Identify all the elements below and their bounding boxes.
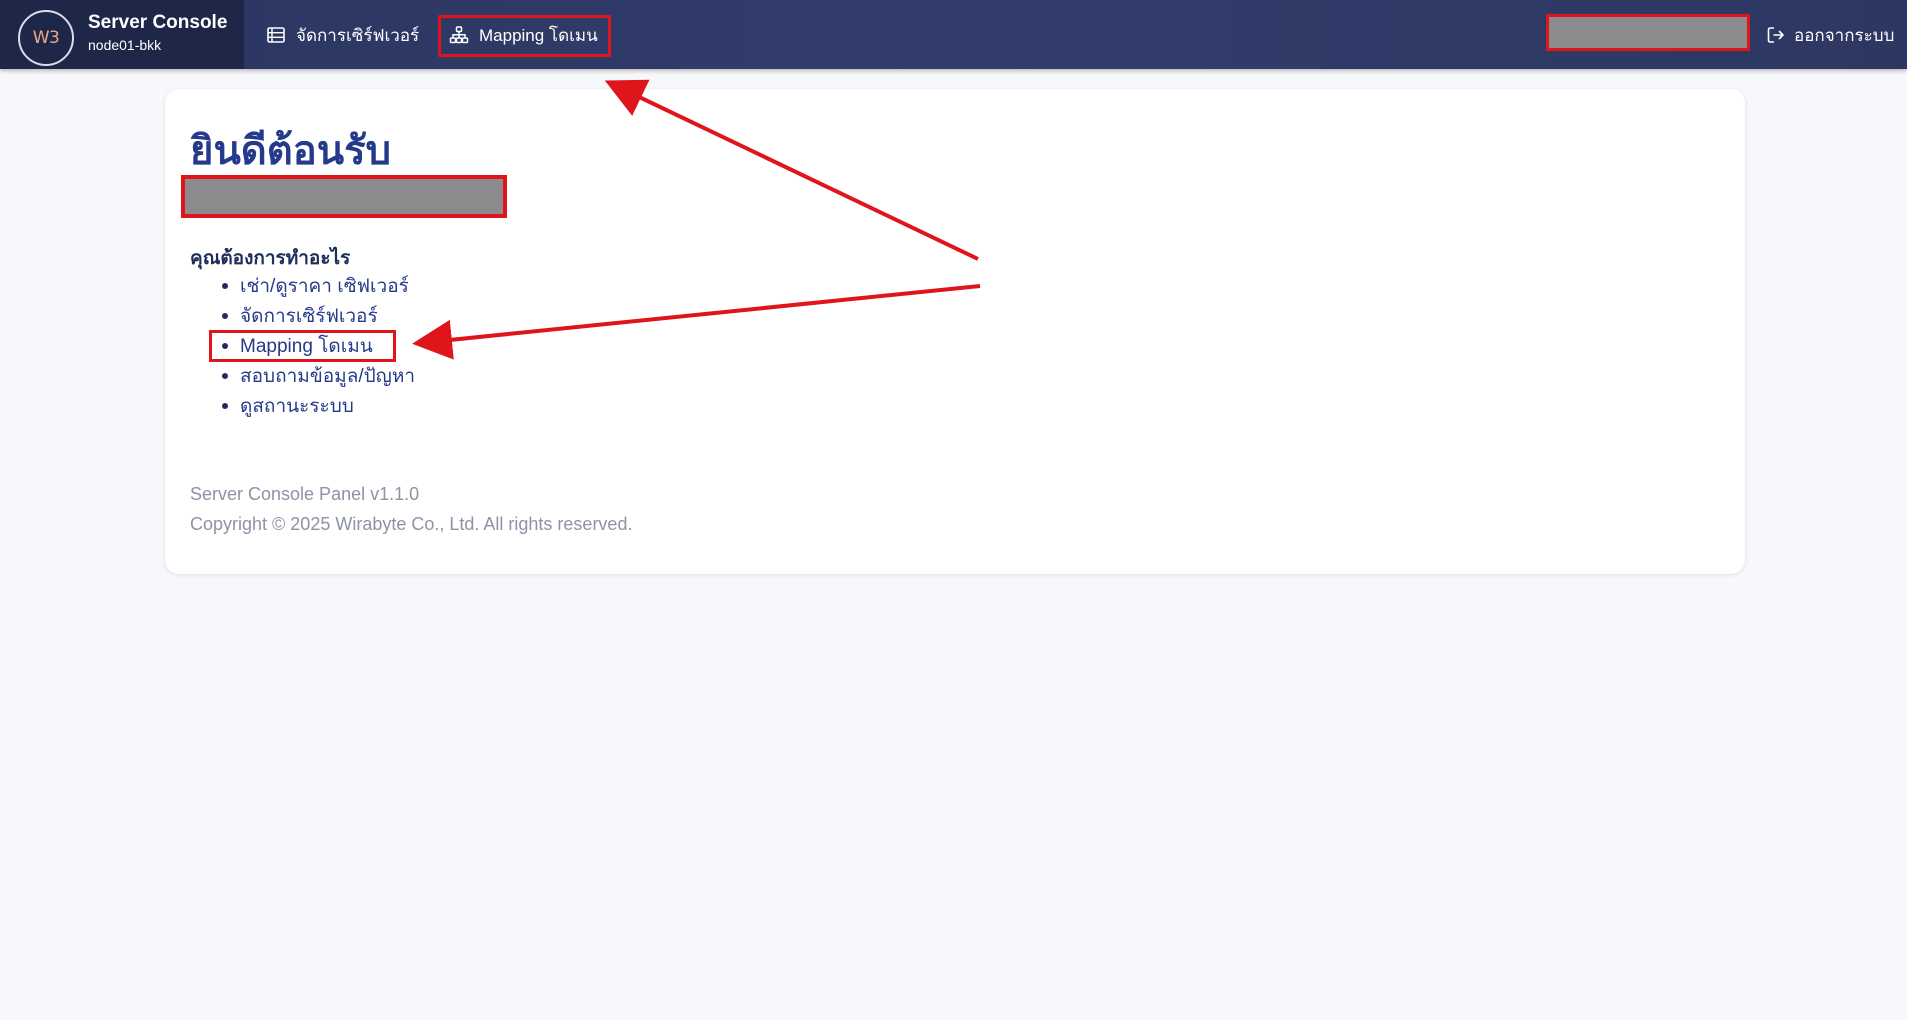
footer-copyright: Copyright © 2025 Wirabyte Co., Ltd. All … [190, 514, 633, 534]
menu-item-label: จัดการเซิร์ฟเวอร์ [240, 306, 378, 327]
menu-item-label: ดูสถานะระบบ [240, 396, 354, 417]
annotation-highlight-box [438, 15, 611, 57]
bullet-icon [222, 373, 228, 379]
redacted-username [181, 175, 507, 218]
bullet-icon [222, 403, 228, 409]
menu-item-label: เช่า/ดูราคา เซิฟเวอร์ [240, 276, 409, 297]
logout-button[interactable]: ออกจากระบบ [1766, 16, 1894, 54]
nav-manage-servers[interactable]: จัดการเซิร์ฟเวอร์ [266, 16, 419, 54]
menu-item-manage-servers[interactable]: จัดการเซิร์ฟเวอร์ [222, 301, 415, 331]
bullet-icon [222, 313, 228, 319]
menu-item-rent-server[interactable]: เช่า/ดูราคา เซิฟเวอร์ [222, 271, 415, 301]
annotation-highlight-box [209, 330, 396, 362]
logout-label: ออกจากระบบ [1794, 25, 1895, 45]
menu-item-label: สอบถามข้อมูล/ปัญหา [240, 366, 416, 387]
node-name: node01-bkk [88, 37, 162, 53]
brand-block[interactable]: W3 Server Console node01-bkk [0, 0, 244, 69]
redacted-user-info [1546, 14, 1750, 51]
logout-icon [1766, 25, 1786, 45]
page-title: ยินดีต้อนรับ [190, 129, 391, 173]
section-heading: คุณต้องการทำอะไร [190, 248, 351, 269]
menu-item-system-status[interactable]: ดูสถานะระบบ [222, 391, 415, 421]
footer-version: Server Console Panel v1.1.0 [190, 484, 420, 504]
menu-item-support[interactable]: สอบถามข้อมูล/ปัญหา [222, 361, 415, 391]
server-list-icon [266, 25, 286, 45]
brand-logo: W3 [18, 10, 74, 66]
bullet-icon [222, 283, 228, 289]
nav-manage-servers-label: จัดการเซิร์ฟเวอร์ [296, 25, 420, 45]
brand-title: Server Console [88, 12, 228, 33]
top-navbar: W3 Server Console node01-bkk จัดการเซิร์… [0, 0, 1907, 69]
